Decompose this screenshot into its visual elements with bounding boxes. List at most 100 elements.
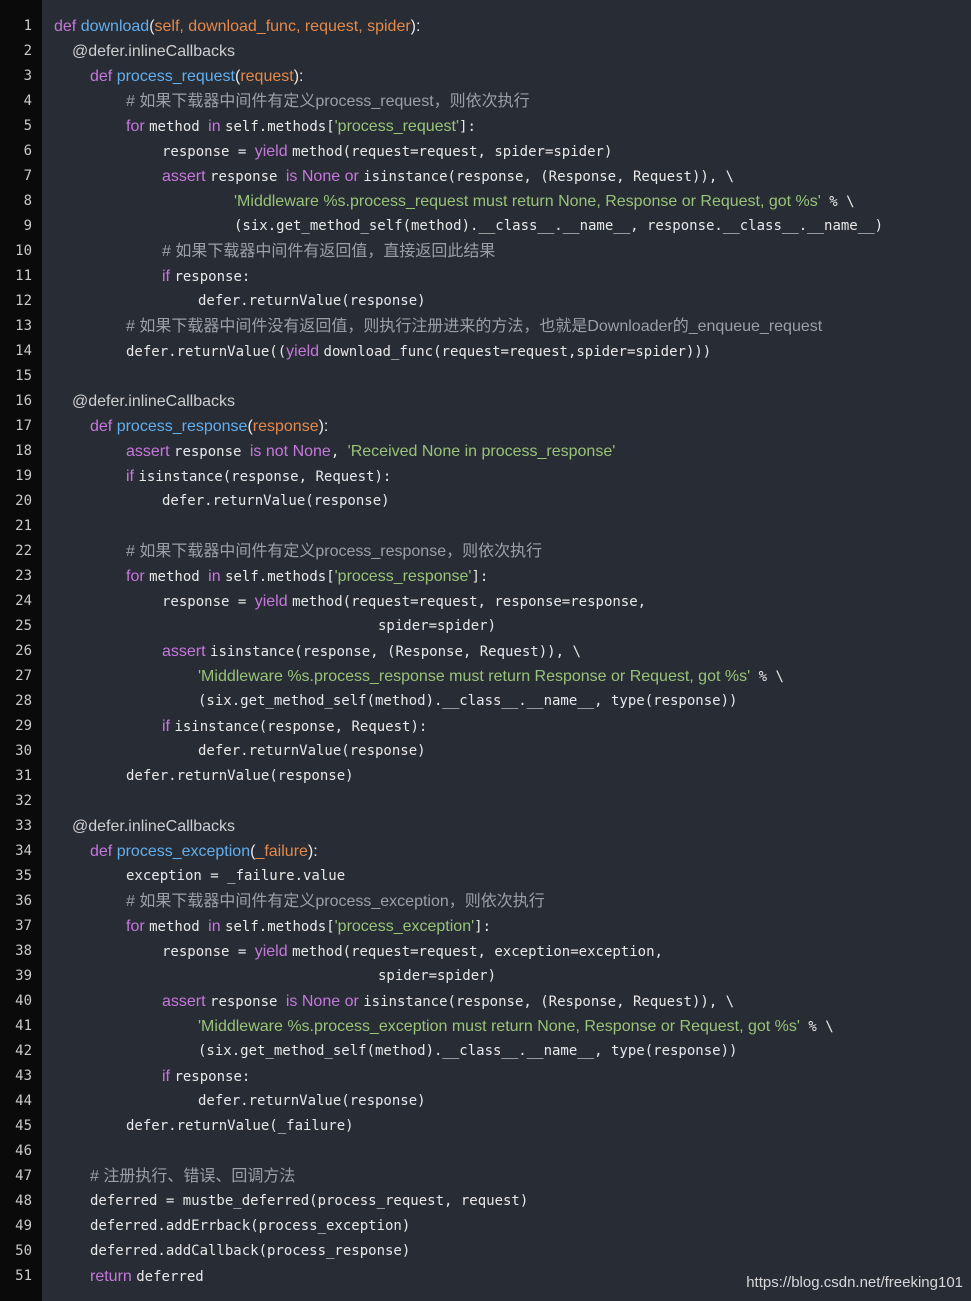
code-line: 10 # 如果下载器中间件有返回值，直接返回此结果 bbox=[0, 239, 971, 264]
code-token: response = bbox=[162, 594, 255, 610]
code-token: self, download_func, request, spider bbox=[154, 18, 411, 35]
line-number: 37 bbox=[15, 918, 32, 934]
code-token: deferred = mustbe_deferred(process_reque… bbox=[90, 1193, 529, 1209]
code-line: 45 defer.returnValue(_failure) bbox=[0, 1114, 971, 1139]
code-token: method bbox=[149, 569, 209, 585]
code-token: response bbox=[252, 418, 319, 435]
code-token: response: bbox=[174, 269, 251, 285]
code-line: 21 bbox=[0, 514, 971, 539]
line-number: 41 bbox=[15, 1018, 32, 1034]
code-token: defer.returnValue(response) bbox=[198, 743, 426, 759]
code-token: def bbox=[54, 18, 81, 35]
code-token: yield bbox=[254, 943, 293, 960]
code-token: def bbox=[90, 68, 117, 85]
code-token: ): bbox=[307, 843, 318, 860]
code-token: % \ bbox=[799, 1019, 834, 1035]
code-token: yield bbox=[254, 593, 293, 610]
code-line: 3 def process_request(request): bbox=[0, 64, 971, 89]
code-token: yield bbox=[286, 343, 324, 360]
code-text: # 注册执行、错误、回调方法 bbox=[90, 1164, 295, 1190]
code-token: isinstance(response, (Response, Request)… bbox=[210, 644, 581, 660]
code-token: for bbox=[126, 568, 150, 585]
line-number: 25 bbox=[15, 618, 32, 634]
line-number: 47 bbox=[15, 1168, 32, 1184]
code-token: spider=spider) bbox=[378, 618, 497, 634]
code-text: # 如果下载器中间件有定义process_request，则依次执行 bbox=[126, 89, 530, 115]
code-line: 34 def process_exception(_failure): bbox=[0, 839, 971, 864]
line-number: 9 bbox=[23, 218, 32, 234]
code-line: 48 deferred = mustbe_deferred(process_req… bbox=[0, 1189, 971, 1214]
code-line: 4 # 如果下载器中间件有定义process_request，则依次执行 bbox=[0, 89, 971, 114]
code-text: exception = _failure.value bbox=[126, 864, 345, 889]
code-text: def process_exception(_failure): bbox=[90, 839, 318, 865]
code-token: method(request=request, response=respons… bbox=[292, 594, 647, 610]
code-token: response bbox=[210, 994, 286, 1010]
code-line: 5 for method in self.methods['process_req… bbox=[0, 114, 971, 139]
code-text: (six.get_method_self(method).__class__._… bbox=[234, 214, 883, 239]
line-number: 48 bbox=[15, 1193, 32, 1209]
code-line: 40 assert response is None or isinstance(… bbox=[0, 989, 971, 1014]
code-line: 8 'Middleware %s.process_request must ret… bbox=[0, 189, 971, 214]
code-text: def download(self, download_func, reques… bbox=[54, 14, 420, 40]
code-token: response = bbox=[162, 944, 255, 960]
code-line: 36 # 如果下载器中间件有定义process_exception，则依次执行 bbox=[0, 889, 971, 914]
line-number: 14 bbox=[15, 343, 32, 359]
code-line: 1 def download(self, download_func, reque… bbox=[0, 14, 971, 39]
code-line: 28 (six.get_method_self(method).__class__… bbox=[0, 689, 971, 714]
code-text: deferred.addErrback(process_exception) bbox=[90, 1214, 410, 1239]
line-number: 7 bbox=[23, 168, 32, 184]
line-number: 5 bbox=[23, 118, 32, 134]
code-line: 12 defer.returnValue(response) bbox=[0, 289, 971, 314]
code-token: if bbox=[126, 468, 139, 485]
line-number: 17 bbox=[15, 418, 32, 434]
code-token: for bbox=[126, 118, 150, 135]
code-token: response bbox=[174, 444, 250, 460]
code-text: 'Middleware %s.process_exception must re… bbox=[198, 1014, 834, 1040]
line-number: 1 bbox=[23, 18, 32, 34]
code-text: # 如果下载器中间件有定义process_response，则依次执行 bbox=[126, 539, 542, 565]
code-token: exception = _failure.value bbox=[126, 868, 346, 884]
code-text: @defer.inlineCallbacks bbox=[72, 814, 235, 840]
code-line: 14 defer.returnValue((yield download_func… bbox=[0, 339, 971, 364]
watermark: https://blog.csdn.net/freeking101 bbox=[746, 1274, 963, 1291]
code-line: 17 def process_response(response): bbox=[0, 414, 971, 439]
line-number: 13 bbox=[15, 318, 32, 334]
code-text: for method in self.methods['process_exce… bbox=[126, 914, 491, 940]
code-token: isinstance(response, Request): bbox=[138, 469, 392, 485]
code-token: isinstance(response, (Response, Request)… bbox=[363, 994, 735, 1010]
line-number: 50 bbox=[15, 1243, 32, 1259]
code-text: 'Middleware %s.process_response must ret… bbox=[198, 664, 784, 690]
line-number: 24 bbox=[15, 593, 32, 609]
code-token: assert bbox=[126, 443, 175, 460]
code-token: defer.returnValue(response) bbox=[126, 768, 354, 784]
code-line: 27 'Middleware %s.process_response must r… bbox=[0, 664, 971, 689]
code-line: 50 deferred.addCallback(process_response) bbox=[0, 1239, 971, 1264]
code-token: deferred.addCallback(process_response) bbox=[90, 1243, 411, 1259]
code-token: in bbox=[208, 568, 226, 585]
code-token: # 如果下载器中间件有返回值，直接返回此结果 bbox=[162, 243, 496, 260]
code-token: # 如果下载器中间件没有返回值，则执行注册进来的方法，也就是Downloader… bbox=[126, 318, 823, 335]
code-text: spider=spider) bbox=[378, 614, 496, 639]
code-token: response: bbox=[174, 1069, 251, 1085]
line-number: 34 bbox=[15, 843, 32, 859]
code-line: 2 @defer.inlineCallbacks bbox=[0, 39, 971, 64]
code-token: yield bbox=[254, 143, 293, 160]
code-token: response bbox=[210, 169, 286, 185]
code-line: 33 @defer.inlineCallbacks bbox=[0, 814, 971, 839]
code-token: isinstance(response, Request): bbox=[174, 719, 428, 735]
line-number: 22 bbox=[15, 543, 32, 559]
code-token: deferred.addErrback(process_exception) bbox=[90, 1218, 411, 1234]
code-text: # 如果下载器中间件有定义process_exception，则依次执行 bbox=[126, 889, 545, 915]
code-token: self.methods[ bbox=[225, 119, 335, 135]
code-line: 19 if isinstance(response, Request): bbox=[0, 464, 971, 489]
code-text: # 如果下载器中间件没有返回值，则执行注册进来的方法，也就是Downloader… bbox=[126, 314, 822, 340]
code-text: defer.returnValue(_failure) bbox=[126, 1114, 354, 1139]
line-number: 2 bbox=[23, 43, 32, 59]
code-token: deferred bbox=[136, 1269, 204, 1285]
code-line: 43 if response: bbox=[0, 1064, 971, 1089]
code-line: 47 # 注册执行、错误、回调方法 bbox=[0, 1164, 971, 1189]
code-token: if bbox=[162, 718, 175, 735]
code-token: isinstance(response, (Response, Request)… bbox=[363, 169, 735, 185]
line-number: 51 bbox=[15, 1268, 32, 1284]
code-token: is bbox=[285, 993, 302, 1010]
